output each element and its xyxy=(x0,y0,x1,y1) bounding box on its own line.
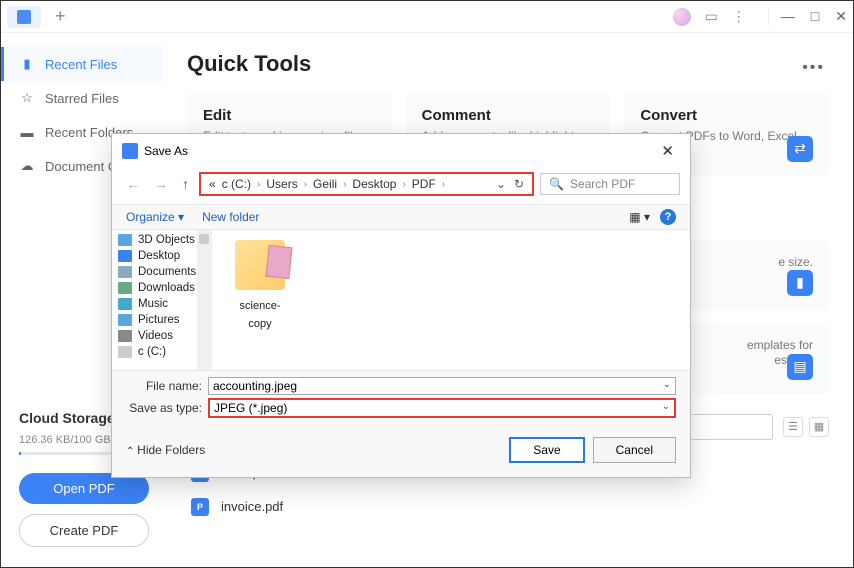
star-icon: ☆ xyxy=(19,90,35,106)
dialog-body: 3D Objects Desktop Documents Downloads M… xyxy=(112,230,690,370)
minimize-button[interactable]: — xyxy=(781,8,795,25)
kebab-menu-icon[interactable]: ⋮ xyxy=(732,8,746,25)
breadcrumb-segment[interactable]: Geili xyxy=(313,177,337,191)
folder-thumbnail-icon xyxy=(235,240,285,290)
card-title: Comment xyxy=(422,107,595,124)
nav-up-button[interactable]: ↑ xyxy=(178,174,193,194)
savetype-select[interactable]: JPEG (*.jpeg)⌄ xyxy=(208,398,676,418)
account-avatar[interactable] xyxy=(673,8,691,26)
breadcrumb-segment[interactable]: Users xyxy=(266,177,297,191)
page-title: Quick Tools xyxy=(187,51,829,77)
recent-icon: ▮ xyxy=(19,56,35,72)
more-options-icon[interactable]: ••• xyxy=(802,59,825,77)
dialog-close-button[interactable]: ✕ xyxy=(655,140,680,162)
compress-icon: ▮ xyxy=(787,270,813,296)
dialog-search-input[interactable]: 🔍 Search PDF xyxy=(540,173,680,195)
close-window-button[interactable]: ✕ xyxy=(835,8,847,25)
tree-scrollbar[interactable] xyxy=(197,230,211,370)
titlebar: + ▭ ⋮ — □ ✕ xyxy=(1,1,853,33)
sidebar-item-recent-files[interactable]: ▮ Recent Files xyxy=(1,47,163,81)
dialog-toolbar: Organize ▾ New folder ▦ ▾ ? xyxy=(112,204,690,230)
view-mode-icon[interactable]: ▦ ▾ xyxy=(629,210,650,224)
cancel-button[interactable]: Cancel xyxy=(593,437,676,463)
nav-forward-button[interactable]: → xyxy=(150,174,172,194)
breadcrumb-segment[interactable]: c (C:) xyxy=(222,177,251,191)
folder-tree: 3D Objects Desktop Documents Downloads M… xyxy=(112,230,212,370)
save-button[interactable]: Save xyxy=(509,437,584,463)
grid-view-icon[interactable]: ▦ xyxy=(809,417,829,437)
file-name: invoice.pdf xyxy=(221,499,283,514)
dialog-app-icon xyxy=(122,143,138,159)
maximize-button[interactable]: □ xyxy=(811,8,819,25)
pdf-icon: P xyxy=(191,498,209,516)
new-folder-button[interactable]: New folder xyxy=(202,210,259,224)
filename-input[interactable]: accounting.jpeg⌄ xyxy=(208,377,676,395)
card-title: Convert xyxy=(640,107,813,124)
file-browser-area[interactable]: science-copy xyxy=(212,230,690,370)
sidebar-item-starred-files[interactable]: ☆ Starred Files xyxy=(1,81,163,115)
new-tab-button[interactable]: + xyxy=(47,6,74,27)
breadcrumb-segment[interactable]: PDF xyxy=(412,177,436,191)
card-title: Edit xyxy=(203,107,376,124)
dialog-footer: Hide Folders Save Cancel xyxy=(112,427,690,477)
folder-name: science-copy xyxy=(240,300,281,330)
dialog-form: File name: accounting.jpeg⌄ Save as type… xyxy=(112,370,690,427)
sidebar-item-label: Starred Files xyxy=(45,91,119,106)
file-item[interactable]: P invoice.pdf xyxy=(187,490,829,524)
window-controls: — □ ✕ xyxy=(768,8,847,25)
refresh-icon[interactable]: ↻ xyxy=(514,177,524,191)
tab-icon xyxy=(17,10,31,24)
dialog-title: Save As xyxy=(144,144,188,158)
folder-icon: ▬ xyxy=(19,124,35,140)
breadcrumb-dropdown-icon[interactable]: ⌄ xyxy=(496,177,506,191)
convert-icon: ⇄ xyxy=(787,136,813,162)
hide-folders-toggle[interactable]: Hide Folders xyxy=(126,443,205,457)
create-pdf-button[interactable]: Create PDF xyxy=(19,514,149,547)
nav-back-button[interactable]: ← xyxy=(122,174,144,194)
app-tab[interactable] xyxy=(7,6,41,28)
template-icon: ▤ xyxy=(787,354,813,380)
savetype-label: Save as type: xyxy=(126,401,208,415)
dialog-titlebar: Save As ✕ xyxy=(112,134,690,168)
sidebar-item-label: Recent Files xyxy=(45,57,117,72)
search-placeholder: Search PDF xyxy=(570,177,635,191)
breadcrumb-path[interactable]: « c (C:)› Users› Geili› Desktop› PDF› ⌄ … xyxy=(199,172,534,196)
help-icon[interactable]: ? xyxy=(660,209,676,225)
breadcrumb-segment[interactable]: Desktop xyxy=(352,177,396,191)
folder-item-science-copy[interactable]: science-copy xyxy=(230,240,290,332)
save-as-dialog: Save As ✕ ← → ↑ « c (C:)› Users› Geili› … xyxy=(111,133,691,478)
notification-icon[interactable]: ▭ xyxy=(705,8,718,25)
list-view-icon[interactable]: ☰ xyxy=(783,417,803,437)
search-icon: 🔍 xyxy=(549,177,564,191)
filename-label: File name: xyxy=(126,379,208,393)
dialog-nav-row: ← → ↑ « c (C:)› Users› Geili› Desktop› P… xyxy=(112,168,690,204)
organize-menu[interactable]: Organize ▾ xyxy=(126,210,184,224)
card-partial-text: emplates for xyxy=(747,338,813,352)
cloud-icon: ☁ xyxy=(19,158,35,174)
